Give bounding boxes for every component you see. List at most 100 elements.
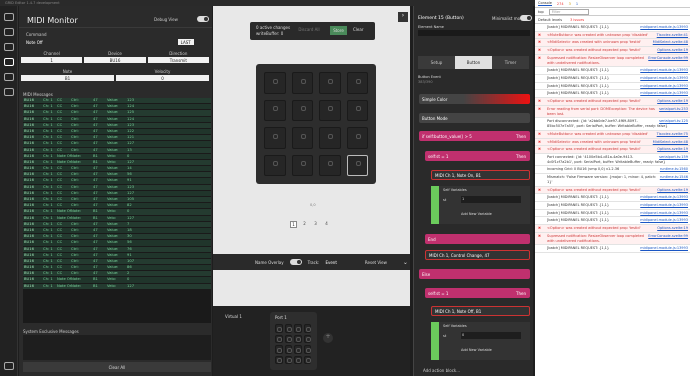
virtual-pad[interactable]: [275, 355, 283, 364]
virtual-pad[interactable]: [284, 334, 292, 343]
log-source-link[interactable]: MidiSelect.svelte:48: [653, 140, 688, 145]
virtual-pad[interactable]: [303, 345, 311, 354]
button-pad[interactable]: [346, 72, 368, 94]
var-name[interactable]: st: [443, 334, 446, 338]
add-variable-button[interactable]: Add New Variable: [461, 212, 492, 216]
midi-note-off-block[interactable]: MIDI Ch 1, Note Off, B1: [431, 306, 530, 316]
log-source-link[interactable]: midipanel.module.js:13993: [640, 195, 688, 200]
locals-block-2[interactable]: self:st = 1 Then: [425, 288, 530, 298]
log-source-link[interactable]: ErrorConsole.svelte:99: [648, 56, 688, 61]
button-pad[interactable]: [291, 72, 313, 94]
settings-gear-icon[interactable]: [4, 362, 14, 370]
filter-input[interactable]: Filter: [548, 8, 589, 15]
page-2[interactable]: 2: [301, 221, 308, 228]
var-value[interactable]: 1: [461, 196, 521, 203]
button-pad[interactable]: [264, 154, 286, 176]
tab-timer[interactable]: Timer: [492, 56, 529, 69]
log-source-link[interactable]: Options.svelte:19: [657, 226, 688, 231]
button-pad-selected[interactable]: [346, 154, 368, 176]
button-pad[interactable]: [346, 127, 368, 149]
console-tab[interactable]: Console: [538, 1, 552, 6]
log-source-link[interactable]: runtime.ts:1560: [660, 167, 688, 172]
log-source-link[interactable]: Options.svelte:19: [657, 99, 688, 104]
arrow-right-icon[interactable]: ›: [398, 12, 408, 22]
virtual-pad[interactable]: [294, 334, 302, 343]
context-select[interactable]: top: [538, 10, 544, 14]
add-variable-button[interactable]: Add New Variable: [461, 348, 492, 352]
name-overlay-toggle[interactable]: [289, 259, 302, 265]
sysex-list[interactable]: [23, 335, 211, 360]
log-source-link[interactable]: Tiscolex.svelte:75: [657, 132, 688, 137]
issues-link[interactable]: 3 issues: [570, 18, 584, 22]
track-select[interactable]: Event: [325, 260, 336, 265]
chevron-down-icon[interactable]: ⌄: [403, 259, 408, 266]
log-source-link[interactable]: Options.svelte:19: [657, 188, 688, 193]
virtual-pad[interactable]: [275, 334, 283, 343]
if-block[interactable]: if self:button_value() > 5 Then: [419, 131, 530, 141]
virtual-pad[interactable]: [294, 345, 302, 354]
button-pad[interactable]: [319, 154, 341, 176]
button-pad[interactable]: [291, 154, 313, 176]
var-value[interactable]: 0: [461, 332, 521, 339]
virtual-pad[interactable]: [284, 345, 292, 354]
tab-button[interactable]: Button: [455, 56, 492, 69]
virtual-pad[interactable]: [303, 324, 311, 333]
button-mode-block[interactable]: Button Mode: [419, 113, 530, 123]
log-source-link[interactable]: MidiSelect.svelte:48: [653, 40, 688, 45]
page-4[interactable]: 4: [323, 221, 330, 228]
log-source-link[interactable]: midipanel.module.js:13993: [640, 25, 688, 30]
virtual-pad[interactable]: [294, 324, 302, 333]
button-pad[interactable]: [319, 99, 341, 121]
virtual-pad[interactable]: [275, 345, 283, 354]
locals-block[interactable]: self:st = 1 Then: [425, 151, 530, 161]
virtual-pad[interactable]: [303, 355, 311, 364]
log-source-link[interactable]: Options.svelte:19: [657, 147, 688, 152]
log-source-link[interactable]: midipanel.module.js:13993: [640, 76, 688, 81]
log-source-link[interactable]: ErrorConsole.svelte:99: [648, 234, 688, 239]
self-variables-block[interactable]: Self Variables st 1 Add New Variable: [431, 186, 530, 224]
log-source-link[interactable]: midipanel.module.js:13993: [640, 68, 688, 73]
log-source-link[interactable]: midipanel.module.js:13993: [640, 211, 688, 216]
button-pad[interactable]: [264, 127, 286, 149]
log-source-link[interactable]: runtime.ts:1546: [660, 175, 688, 180]
simple-color-block[interactable]: Simple Color: [419, 94, 530, 104]
debug-icon[interactable]: [3, 73, 14, 81]
levels-select[interactable]: Default levels: [538, 18, 562, 22]
button-pad[interactable]: [291, 99, 313, 121]
var-name[interactable]: st: [443, 198, 446, 202]
minimalist-toggle[interactable]: [520, 15, 532, 21]
midi-cc-block[interactable]: MIDI Ch 1, Control Change, 47: [425, 250, 530, 260]
virtual-pad[interactable]: [284, 324, 292, 333]
reset-view-button[interactable]: Reset View: [365, 260, 387, 265]
log-source-link[interactable]: midipanel.module.js:13993: [640, 203, 688, 208]
log-source-link[interactable]: midipanel.module.js:13993: [640, 246, 688, 251]
button-pad[interactable]: [319, 127, 341, 149]
end-block[interactable]: End: [425, 234, 530, 244]
virtual-pad[interactable]: [284, 355, 292, 364]
log-source-link[interactable]: midipanel.module.js:13993: [640, 91, 688, 96]
grid-icon[interactable]: [3, 13, 14, 21]
log-source-link[interactable]: Options.svelte:19: [657, 48, 688, 53]
preset-icon[interactable]: [3, 43, 14, 51]
profile-icon[interactable]: [3, 28, 14, 36]
virtual-pad[interactable]: [294, 355, 302, 364]
midi-monitor-icon[interactable]: [3, 58, 14, 66]
button-pad[interactable]: [291, 127, 313, 149]
virtual-pad[interactable]: [303, 334, 311, 343]
package-icon[interactable]: [3, 88, 14, 96]
midi-note-on-block[interactable]: MIDI Ch 1, Note On, B1: [431, 170, 530, 180]
else-block[interactable]: Else: [419, 269, 530, 279]
virtual-pad[interactable]: [275, 324, 283, 333]
clear-button[interactable]: Clear: [353, 27, 363, 32]
virtual-port[interactable]: Port 1: [270, 312, 317, 370]
add-action-block[interactable]: Add action block...: [423, 368, 460, 373]
debug-view-toggle[interactable]: [197, 16, 209, 22]
store-button[interactable]: Store: [330, 26, 347, 35]
log-source-link[interactable]: midipanel.module.js:13993: [640, 218, 688, 223]
clear-all-button[interactable]: Clear All: [23, 362, 211, 372]
discard-all-button[interactable]: Discard All: [296, 27, 322, 32]
add-port-icon[interactable]: +: [323, 333, 333, 343]
button-pad[interactable]: [319, 72, 341, 94]
self-variables-block-2[interactable]: Self Variables st 0 Add New Variable: [431, 322, 530, 360]
log-source-link[interactable]: midipanel.module.js:13993: [640, 84, 688, 89]
